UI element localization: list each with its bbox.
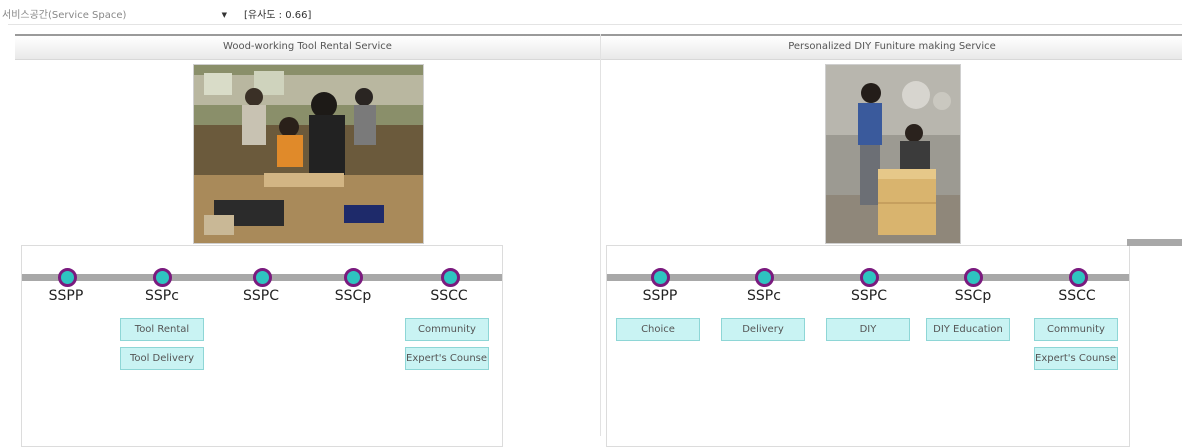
- service-chip[interactable]: DIY: [826, 318, 910, 341]
- stage-node-sspc-upper[interactable]: [253, 268, 272, 287]
- service-chip[interactable]: Tool Delivery: [120, 347, 204, 370]
- similarity-label: [유사도 : 0.66]: [244, 10, 312, 21]
- stage-node-sspc[interactable]: [755, 268, 774, 287]
- service-space-select[interactable]: 서비스공간(Service Space) ▼: [2, 7, 229, 24]
- service-journey-timeline: SSPP SSPc SSPC SSCp SSCC Tool Rental Too…: [21, 245, 503, 447]
- stage-label: SSPc: [747, 288, 781, 304]
- service-panel-right: Personalized DIY Funiture making Service…: [600, 34, 1182, 447]
- service-chip[interactable]: Community: [405, 318, 489, 341]
- stage-label: SSCC: [430, 288, 468, 304]
- service-chip[interactable]: Expert's Counsel: [1034, 347, 1118, 370]
- service-space-select-value: 서비스공간(Service Space): [2, 10, 127, 21]
- stage-node-sscc[interactable]: [441, 268, 460, 287]
- diy-furniture-photo: [825, 64, 961, 244]
- service-journey-timeline: SSPP SSPc SSPC SSCp SSCC Choice Delivery…: [606, 245, 1130, 447]
- stage-node-sspc[interactable]: [153, 268, 172, 287]
- panel-title: Wood-working Tool Rental Service: [15, 34, 600, 60]
- stage-node-sscc[interactable]: [1069, 268, 1088, 287]
- service-panel-left: Wood-working Tool Rental Service SSPP SS…: [15, 34, 600, 447]
- stage-node-sscp[interactable]: [964, 268, 983, 287]
- stage-node-sscp[interactable]: [344, 268, 363, 287]
- stage-label: SSCp: [954, 288, 992, 304]
- stage-node-sspp[interactable]: [651, 268, 670, 287]
- toolbar: 서비스공간(Service Space) ▼ [유사도 : 0.66]: [0, 0, 1182, 26]
- panel-title: Personalized DIY Funiture making Service: [601, 34, 1182, 60]
- service-chip[interactable]: Tool Rental: [120, 318, 204, 341]
- stage-label: SSPP: [642, 288, 678, 304]
- stage-label: SSPc: [145, 288, 179, 304]
- stage-label: SSCC: [1058, 288, 1096, 304]
- stage-node-sspc-upper[interactable]: [860, 268, 879, 287]
- service-chip[interactable]: Expert's Counsel: [405, 347, 489, 370]
- stage-label: SSPC: [243, 288, 279, 304]
- stage-label: SSCp: [334, 288, 372, 304]
- stage-node-sspp[interactable]: [58, 268, 77, 287]
- chevron-down-icon[interactable]: ▼: [222, 7, 227, 24]
- stage-label: SSPP: [48, 288, 84, 304]
- stage-label: SSPC: [851, 288, 887, 304]
- woodworking-workshop-photo: [193, 64, 424, 244]
- timeline-bar-extension: [1127, 239, 1182, 246]
- service-chip[interactable]: Delivery: [721, 318, 805, 341]
- service-chip[interactable]: Choice: [616, 318, 700, 341]
- service-chip[interactable]: Community: [1034, 318, 1118, 341]
- service-chip[interactable]: DIY Education: [926, 318, 1010, 341]
